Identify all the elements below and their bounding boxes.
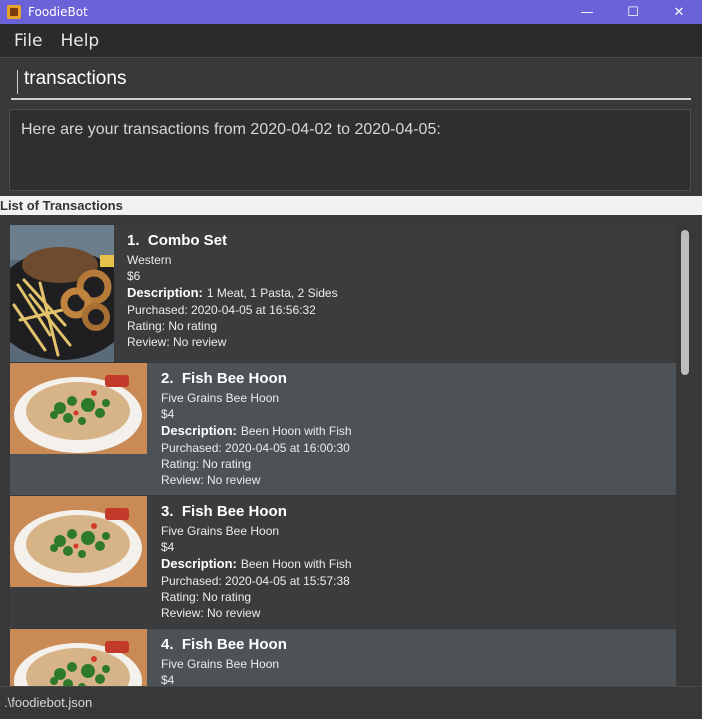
review: Review: No review — [127, 335, 227, 349]
purchased-time: Purchased: 2020-04-05 at 15:57:38 — [161, 574, 350, 588]
command-input-value: transactions — [24, 68, 127, 89]
text-caret — [17, 70, 18, 94]
combo-set-photo — [10, 225, 114, 362]
fish-bee-hoon-photo-image — [10, 496, 147, 587]
price: $4 — [161, 540, 175, 554]
result-message: Here are your transactions from 2020-04-… — [21, 121, 441, 138]
food-name: Combo Set — [147, 232, 228, 249]
close-button[interactable]: ✕ — [656, 0, 702, 24]
command-box-area: transactions — [0, 57, 702, 105]
description-value: Been Hoon with Fish — [240, 557, 352, 571]
rating: Rating: No rating — [161, 590, 252, 604]
result-display-area: Here are your transactions from 2020-04-… — [0, 104, 702, 196]
description-value: Been Hoon with Fish — [240, 424, 352, 438]
transaction-info: 3. Fish Bee Hoon Five Grains Bee Hoon $4… — [161, 496, 352, 621]
status-bar: .\foodiebot.json — [0, 686, 702, 719]
transaction-info: 2. Fish Bee Hoon Five Grains Bee Hoon $4… — [161, 363, 352, 488]
app-icon — [7, 5, 21, 19]
purchased-time: Purchased: 2020-04-05 at 16:56:32 — [127, 303, 316, 317]
fish-bee-hoon-photo — [10, 629, 147, 686]
description-label: Description: — [127, 285, 203, 300]
description-line: Description: 1 Meat, 1 Pasta, 2 Sides — [127, 284, 338, 302]
save-file-path: .\foodiebot.json — [4, 695, 93, 710]
minimize-button[interactable]: — — [564, 0, 610, 24]
food-name-line: 3. Fish Bee Hoon — [161, 501, 352, 523]
rating: Rating: No rating — [127, 319, 218, 333]
list-header: List of Transactions — [0, 196, 702, 215]
canteen-name: Five Grains Bee Hoon — [161, 657, 280, 671]
transaction-info: 1. Combo Set Western $6 Description: 1 M… — [127, 225, 338, 350]
canteen-name: Western — [127, 253, 172, 267]
canteen-name: Five Grains Bee Hoon — [161, 391, 280, 405]
transaction-card[interactable]: 1. Combo Set Western $6 Description: 1 M… — [10, 225, 676, 362]
transaction-card[interactable]: 4. Fish Bee Hoon Five Grains Bee Hoon $4 — [10, 629, 676, 686]
food-name: Fish Bee Hoon — [181, 503, 287, 520]
canteen-name: Five Grains Bee Hoon — [161, 524, 280, 538]
list-scrollbar[interactable] — [680, 227, 690, 686]
price: $6 — [127, 269, 141, 283]
transaction-info: 4. Fish Bee Hoon Five Grains Bee Hoon $4 — [161, 629, 287, 686]
item-index: 1. — [127, 232, 140, 249]
scrollbar-thumb[interactable] — [681, 230, 689, 375]
window-controls: — ☐ ✕ — [564, 0, 702, 24]
price: $4 — [161, 673, 175, 686]
command-input[interactable]: transactions — [11, 66, 691, 100]
window-title: FoodieBot — [28, 5, 88, 19]
menu-file[interactable]: File — [14, 31, 42, 51]
transaction-list[interactable]: 1. Combo Set Western $6 Description: 1 M… — [0, 215, 702, 686]
food-name-line: 2. Fish Bee Hoon — [161, 368, 352, 390]
menu-bar: File Help — [0, 24, 702, 57]
item-index: 4. — [161, 636, 174, 653]
rating: Rating: No rating — [161, 457, 252, 471]
item-index: 2. — [161, 370, 174, 387]
fish-bee-hoon-photo-image — [10, 629, 147, 686]
menu-help[interactable]: Help — [60, 31, 99, 51]
item-index: 3. — [161, 503, 174, 520]
description-label: Description: — [161, 423, 237, 438]
food-name-line: 1. Combo Set — [127, 230, 338, 252]
transaction-card[interactable]: 3. Fish Bee Hoon Five Grains Bee Hoon $4… — [10, 496, 676, 628]
review: Review: No review — [161, 606, 261, 620]
purchased-time: Purchased: 2020-04-05 at 16:00:30 — [161, 441, 350, 455]
fish-bee-hoon-photo-image — [10, 363, 147, 454]
food-name: Fish Bee Hoon — [181, 636, 287, 653]
fish-bee-hoon-photo — [10, 363, 147, 454]
description-label: Description: — [161, 556, 237, 571]
result-display[interactable]: Here are your transactions from 2020-04-… — [9, 109, 691, 191]
transaction-card[interactable]: 2. Fish Bee Hoon Five Grains Bee Hoon $4… — [10, 363, 676, 495]
food-name: Fish Bee Hoon — [181, 370, 287, 387]
description-value: 1 Meat, 1 Pasta, 2 Sides — [206, 286, 338, 300]
description-line: Description: Been Hoon with Fish — [161, 422, 352, 440]
review: Review: No review — [161, 473, 261, 487]
price: $4 — [161, 407, 175, 421]
maximize-button[interactable]: ☐ — [610, 0, 656, 24]
fish-bee-hoon-photo — [10, 496, 147, 587]
description-line: Description: Been Hoon with Fish — [161, 555, 352, 573]
food-name-line: 4. Fish Bee Hoon — [161, 634, 287, 656]
combo-set-photo-image — [10, 225, 114, 362]
title-bar: FoodieBot — ☐ ✕ — [0, 0, 702, 24]
